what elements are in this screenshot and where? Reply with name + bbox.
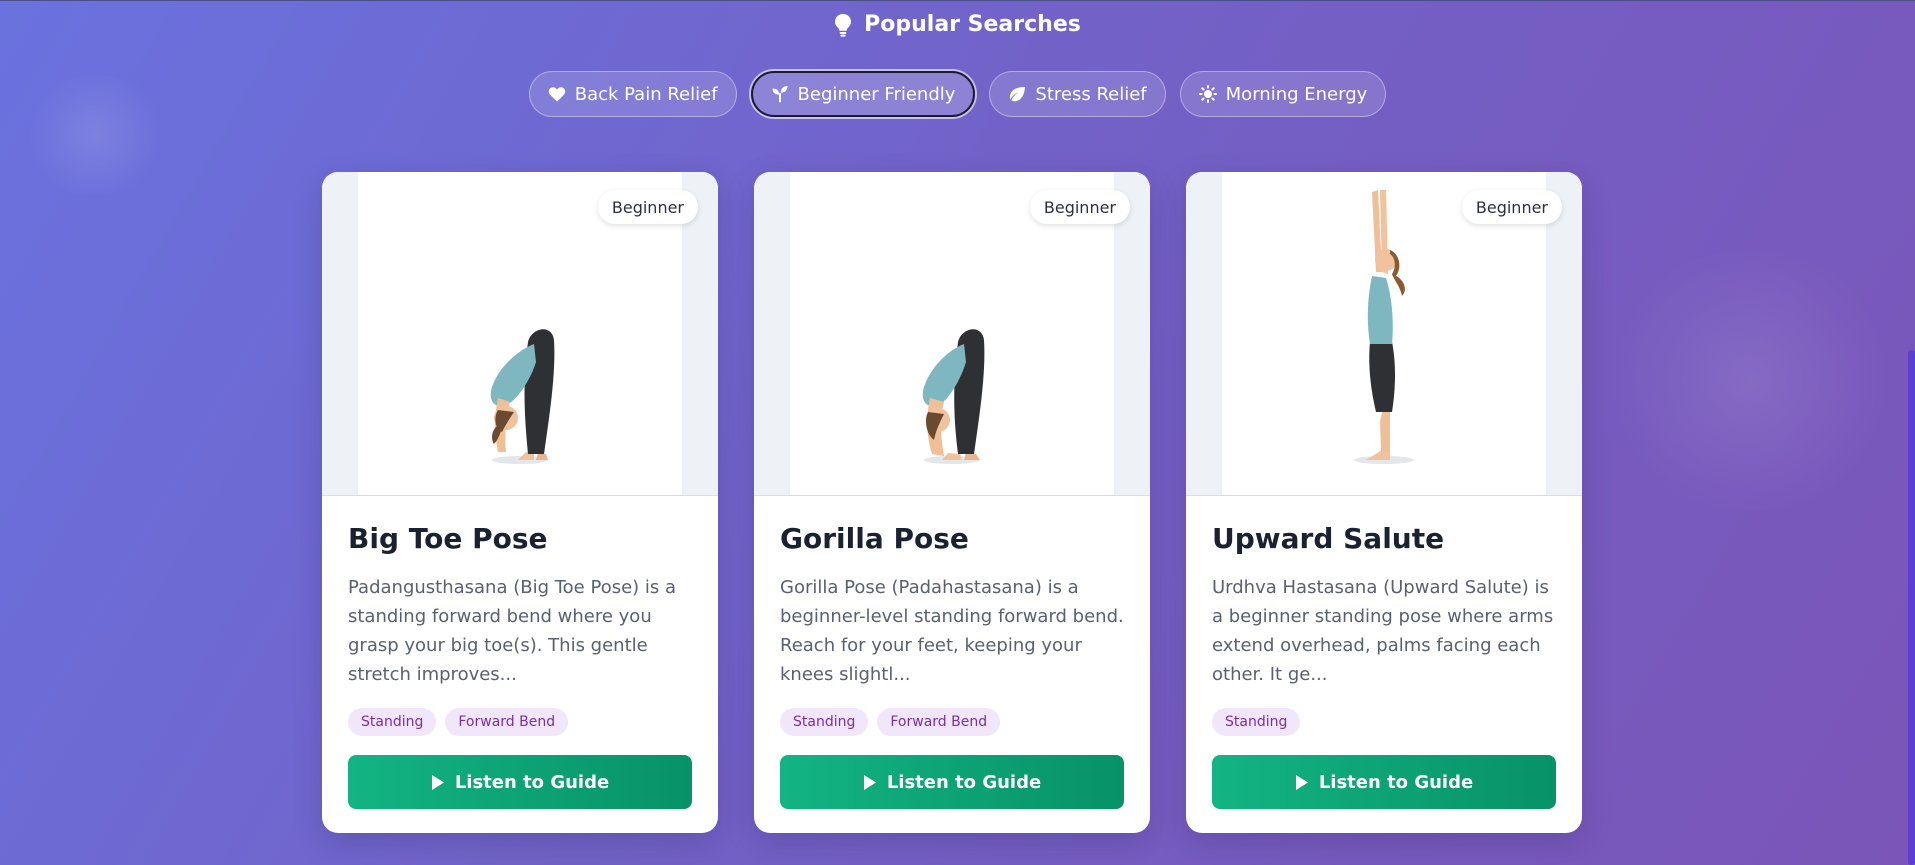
listen-to-guide-button[interactable]: Listen to Guide — [780, 755, 1124, 809]
chip-label: Morning Energy — [1225, 83, 1368, 105]
background-glow — [1600, 250, 1900, 510]
lightbulb-icon — [834, 13, 852, 37]
tag[interactable]: Forward Bend — [877, 708, 1001, 736]
listen-button-label: Listen to Guide — [454, 771, 610, 793]
pose-description: Urdhva Hastasana (Upward Salute) is a be… — [1212, 577, 1554, 685]
level-badge: Beginner — [597, 190, 698, 224]
top-border — [0, 0, 1915, 1]
level-badge: Beginner — [1029, 190, 1130, 224]
scrollbar-thumb[interactable] — [1908, 350, 1915, 865]
tag[interactable]: Forward Bend — [445, 708, 569, 736]
pose-description: Padangusthasana (Big Toe Pose) is a stan… — [348, 577, 677, 685]
leaf-icon — [1008, 86, 1026, 102]
level-badge: Beginner — [1461, 190, 1562, 224]
tag[interactable]: Standing — [348, 708, 437, 736]
listen-to-guide-button[interactable]: Listen to Guide — [1212, 755, 1556, 809]
section-header: Popular Searches — [0, 12, 1915, 37]
heart-icon — [548, 86, 566, 102]
tag-list: Standing Forward Bend — [780, 708, 1124, 736]
chip-morning-energy[interactable]: Morning Energy — [1179, 71, 1387, 117]
tag[interactable]: Standing — [1212, 708, 1301, 736]
pose-description: Gorilla Pose (Padahastasana) is a beginn… — [780, 577, 1124, 685]
play-icon — [863, 774, 877, 791]
popular-search-chips: Back Pain Relief Beginner Friendly Stres… — [0, 71, 1915, 117]
pose-card-big-toe-pose[interactable]: Beginner Big Toe Pose Padangusthasana (B… — [322, 172, 718, 833]
pose-card-upward-salute[interactable]: Beginner Upward Salute Urdhva Hastasana … — [1186, 172, 1582, 833]
chip-beginner-friendly[interactable]: Beginner Friendly — [750, 71, 976, 117]
pose-title: Gorilla Pose — [780, 522, 969, 555]
play-icon — [431, 774, 445, 791]
chip-back-pain-relief[interactable]: Back Pain Relief — [528, 71, 737, 117]
chip-label: Back Pain Relief — [574, 83, 718, 105]
pose-image: Beginner — [322, 172, 718, 496]
listen-to-guide-button[interactable]: Listen to Guide — [348, 755, 692, 809]
chip-stress-relief[interactable]: Stress Relief — [989, 71, 1166, 117]
pose-cards: Beginner Big Toe Pose Padangusthasana (B… — [322, 172, 1582, 833]
chip-label: Beginner Friendly — [797, 83, 956, 105]
pose-title: Upward Salute — [1212, 522, 1445, 555]
pose-card-gorilla-pose[interactable]: Beginner Gorilla Pose Gorilla Pose (Pada… — [754, 172, 1150, 833]
seedling-icon — [771, 85, 789, 103]
tag-list: Standing Forward Bend — [348, 708, 692, 736]
pose-title: Big Toe Pose — [348, 522, 548, 555]
sun-icon — [1198, 85, 1217, 103]
tag[interactable]: Standing — [780, 708, 869, 736]
pose-image: Beginner — [754, 172, 1150, 496]
listen-button-label: Listen to Guide — [886, 771, 1042, 793]
chip-label: Stress Relief — [1035, 83, 1147, 105]
tag-list: Standing — [1212, 708, 1556, 736]
pose-image: Beginner — [1186, 172, 1582, 496]
section-title: Popular Searches — [864, 12, 1081, 37]
play-icon — [1295, 774, 1309, 791]
listen-button-label: Listen to Guide — [1318, 771, 1474, 793]
